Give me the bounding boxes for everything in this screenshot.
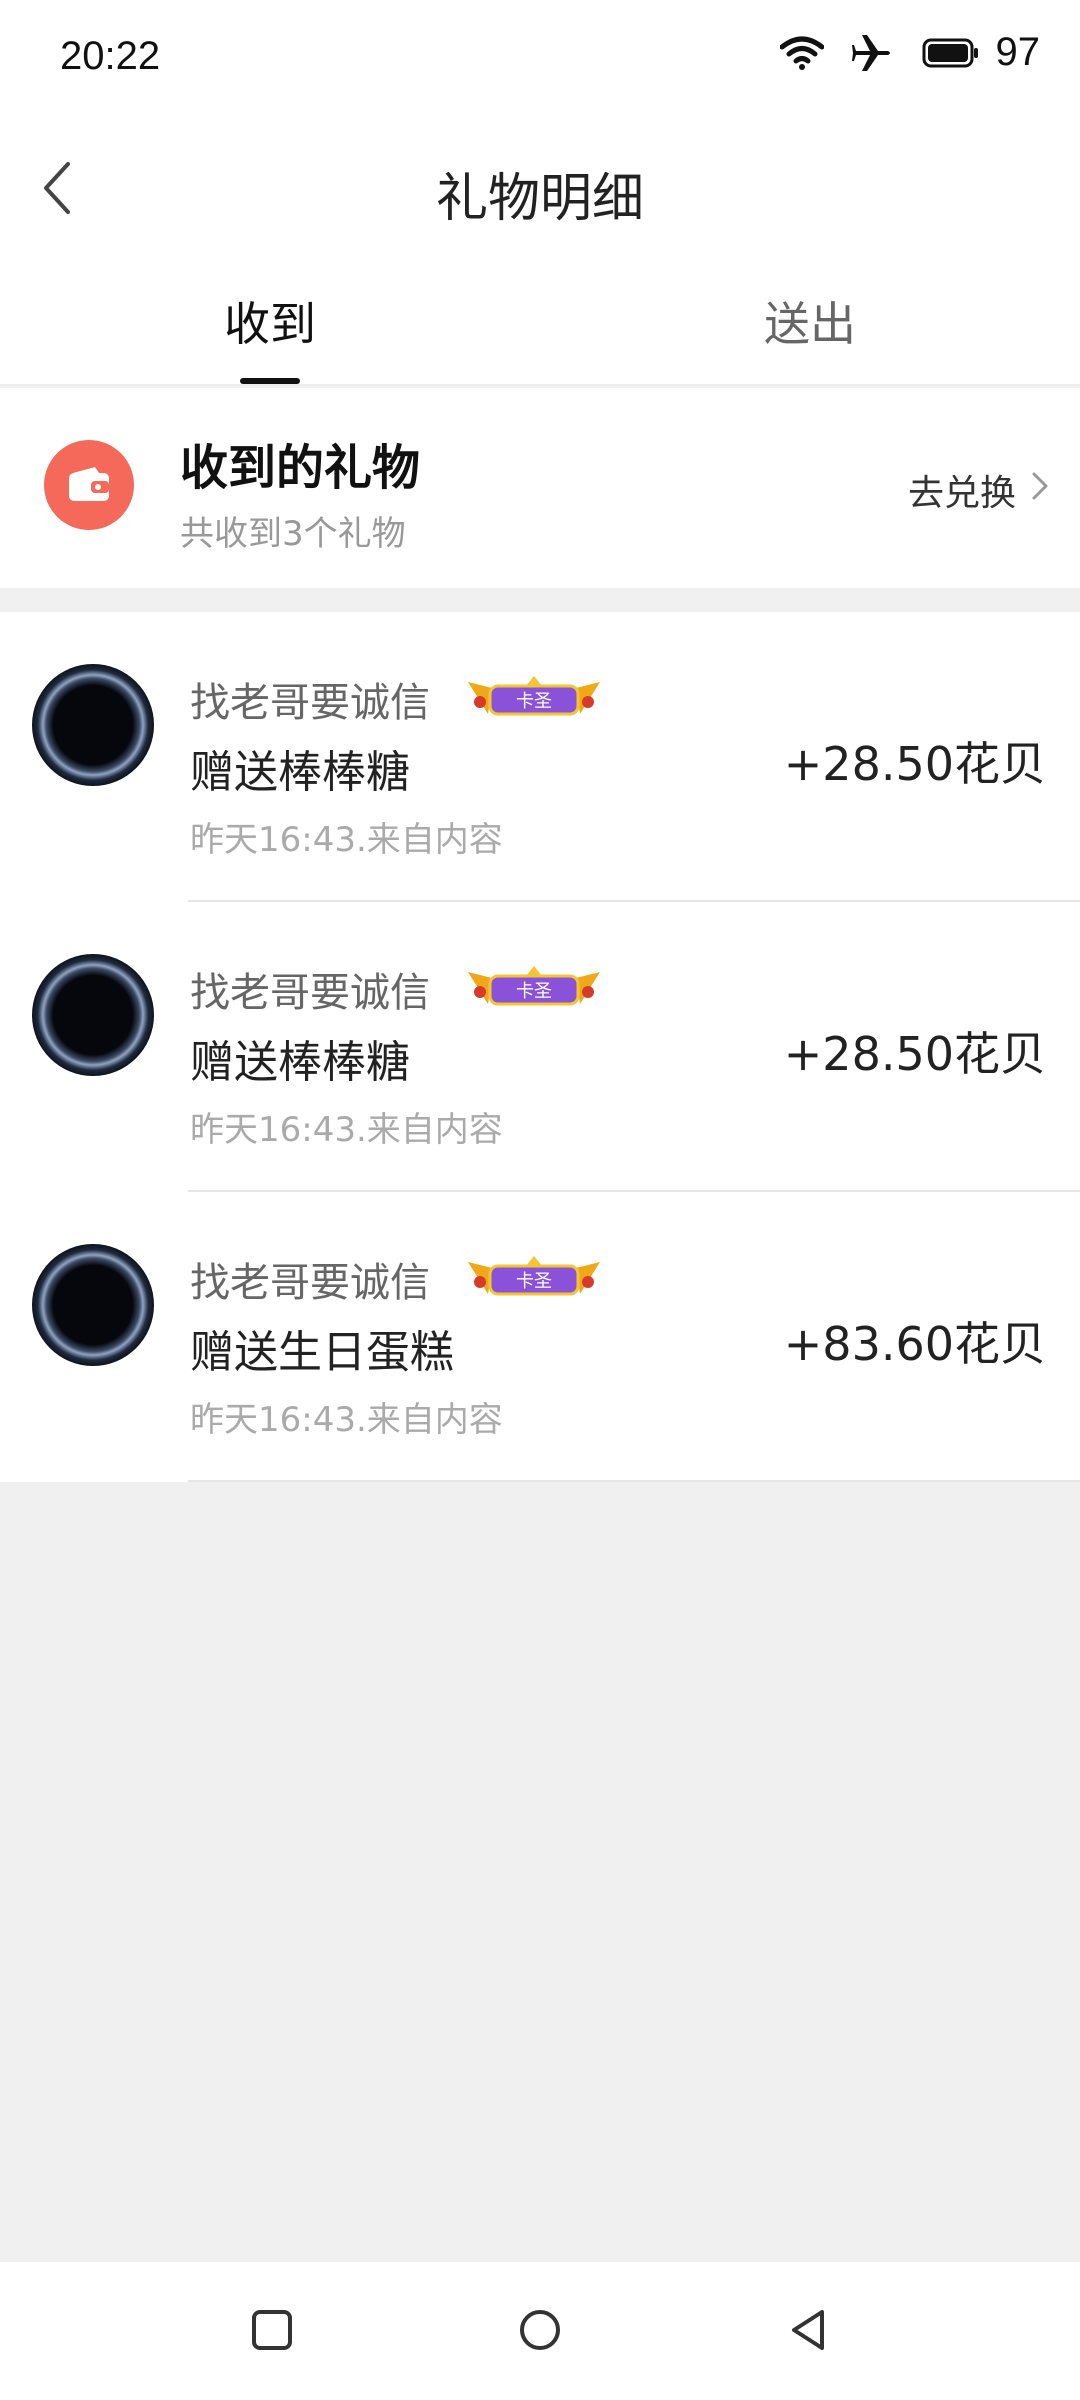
divider bbox=[188, 1480, 1080, 1482]
tab-active-indicator bbox=[240, 378, 300, 384]
home-icon bbox=[517, 2307, 563, 2357]
gift-list: 找老哥要诚信 卡圣 赠送棒棒糖 昨天16:43.来自内容 +28.50花贝 找老… bbox=[0, 612, 1080, 1482]
battery-icon bbox=[922, 37, 980, 69]
gift-time: 昨天16:43.来自内容 bbox=[190, 1110, 503, 1150]
status-icons: 97 bbox=[779, 30, 1041, 75]
list-item[interactable]: 找老哥要诚信 卡圣 赠送生日蛋糕 昨天16:43.来自内容 +83.60花贝 bbox=[0, 1192, 1080, 1482]
gift-time: 昨天16:43.来自内容 bbox=[190, 1400, 503, 1440]
tab-sent[interactable]: 送出 bbox=[680, 288, 940, 354]
received-summary: 收到的礼物 共收到3个礼物 去兑换 bbox=[0, 388, 1080, 588]
wallet-icon bbox=[44, 440, 134, 530]
badge-label: 卡圣 bbox=[516, 691, 552, 712]
tab-bar: 收到 送出 bbox=[0, 260, 1080, 386]
status-time: 20:22 bbox=[60, 34, 161, 78]
gift-name: 赠送棒棒糖 bbox=[190, 1037, 410, 1088]
avatar[interactable] bbox=[32, 664, 154, 786]
summary-count: 共收到3个礼物 bbox=[180, 514, 406, 554]
recents-icon bbox=[250, 2308, 294, 2356]
system-back-button[interactable] bbox=[778, 2302, 838, 2362]
badge-label: 卡圣 bbox=[516, 1271, 552, 1292]
gift-name: 赠送生日蛋糕 bbox=[190, 1327, 454, 1378]
tab-received[interactable]: 收到 bbox=[140, 288, 400, 354]
home-button[interactable] bbox=[510, 2302, 570, 2362]
avatar[interactable] bbox=[32, 954, 154, 1076]
list-item[interactable]: 找老哥要诚信 卡圣 赠送棒棒糖 昨天16:43.来自内容 +28.50花贝 bbox=[0, 612, 1080, 902]
wifi-icon bbox=[779, 35, 824, 71]
exchange-label: 去兑换 bbox=[907, 473, 1016, 514]
rank-badge-icon: 卡圣 bbox=[468, 966, 600, 1006]
badge-label: 卡圣 bbox=[516, 981, 552, 1002]
gift-amount: +28.50花贝 bbox=[783, 737, 1046, 791]
system-nav-bar bbox=[0, 2262, 1080, 2400]
recents-button[interactable] bbox=[242, 2302, 302, 2362]
exchange-link[interactable]: 去兑换 bbox=[908, 464, 1050, 516]
airplane-icon bbox=[851, 33, 894, 73]
avatar[interactable] bbox=[32, 1244, 154, 1366]
gift-time: 昨天16:43.来自内容 bbox=[190, 820, 503, 860]
summary-title: 收到的礼物 bbox=[180, 440, 421, 496]
chevron-right-icon bbox=[1030, 470, 1050, 511]
battery-level: 97 bbox=[995, 30, 1041, 74]
gift-name: 赠送棒棒糖 bbox=[190, 747, 410, 798]
header-bar: 礼物明细 bbox=[0, 120, 1080, 260]
list-item[interactable]: 找老哥要诚信 卡圣 赠送棒棒糖 昨天16:43.来自内容 +28.50花贝 bbox=[0, 902, 1080, 1192]
sender-name: 找老哥要诚信 bbox=[190, 1260, 430, 1306]
gift-amount: +28.50花贝 bbox=[783, 1027, 1046, 1081]
gift-amount: +83.60花贝 bbox=[783, 1317, 1046, 1371]
sender-name: 找老哥要诚信 bbox=[190, 680, 430, 726]
rank-badge-icon: 卡圣 bbox=[468, 1256, 600, 1296]
back-icon bbox=[786, 2307, 830, 2357]
rank-badge-icon: 卡圣 bbox=[468, 676, 600, 716]
status-bar: 20:22 97 bbox=[0, 0, 1080, 120]
page-title: 礼物明细 bbox=[435, 169, 644, 229]
sender-name: 找老哥要诚信 bbox=[190, 970, 430, 1016]
